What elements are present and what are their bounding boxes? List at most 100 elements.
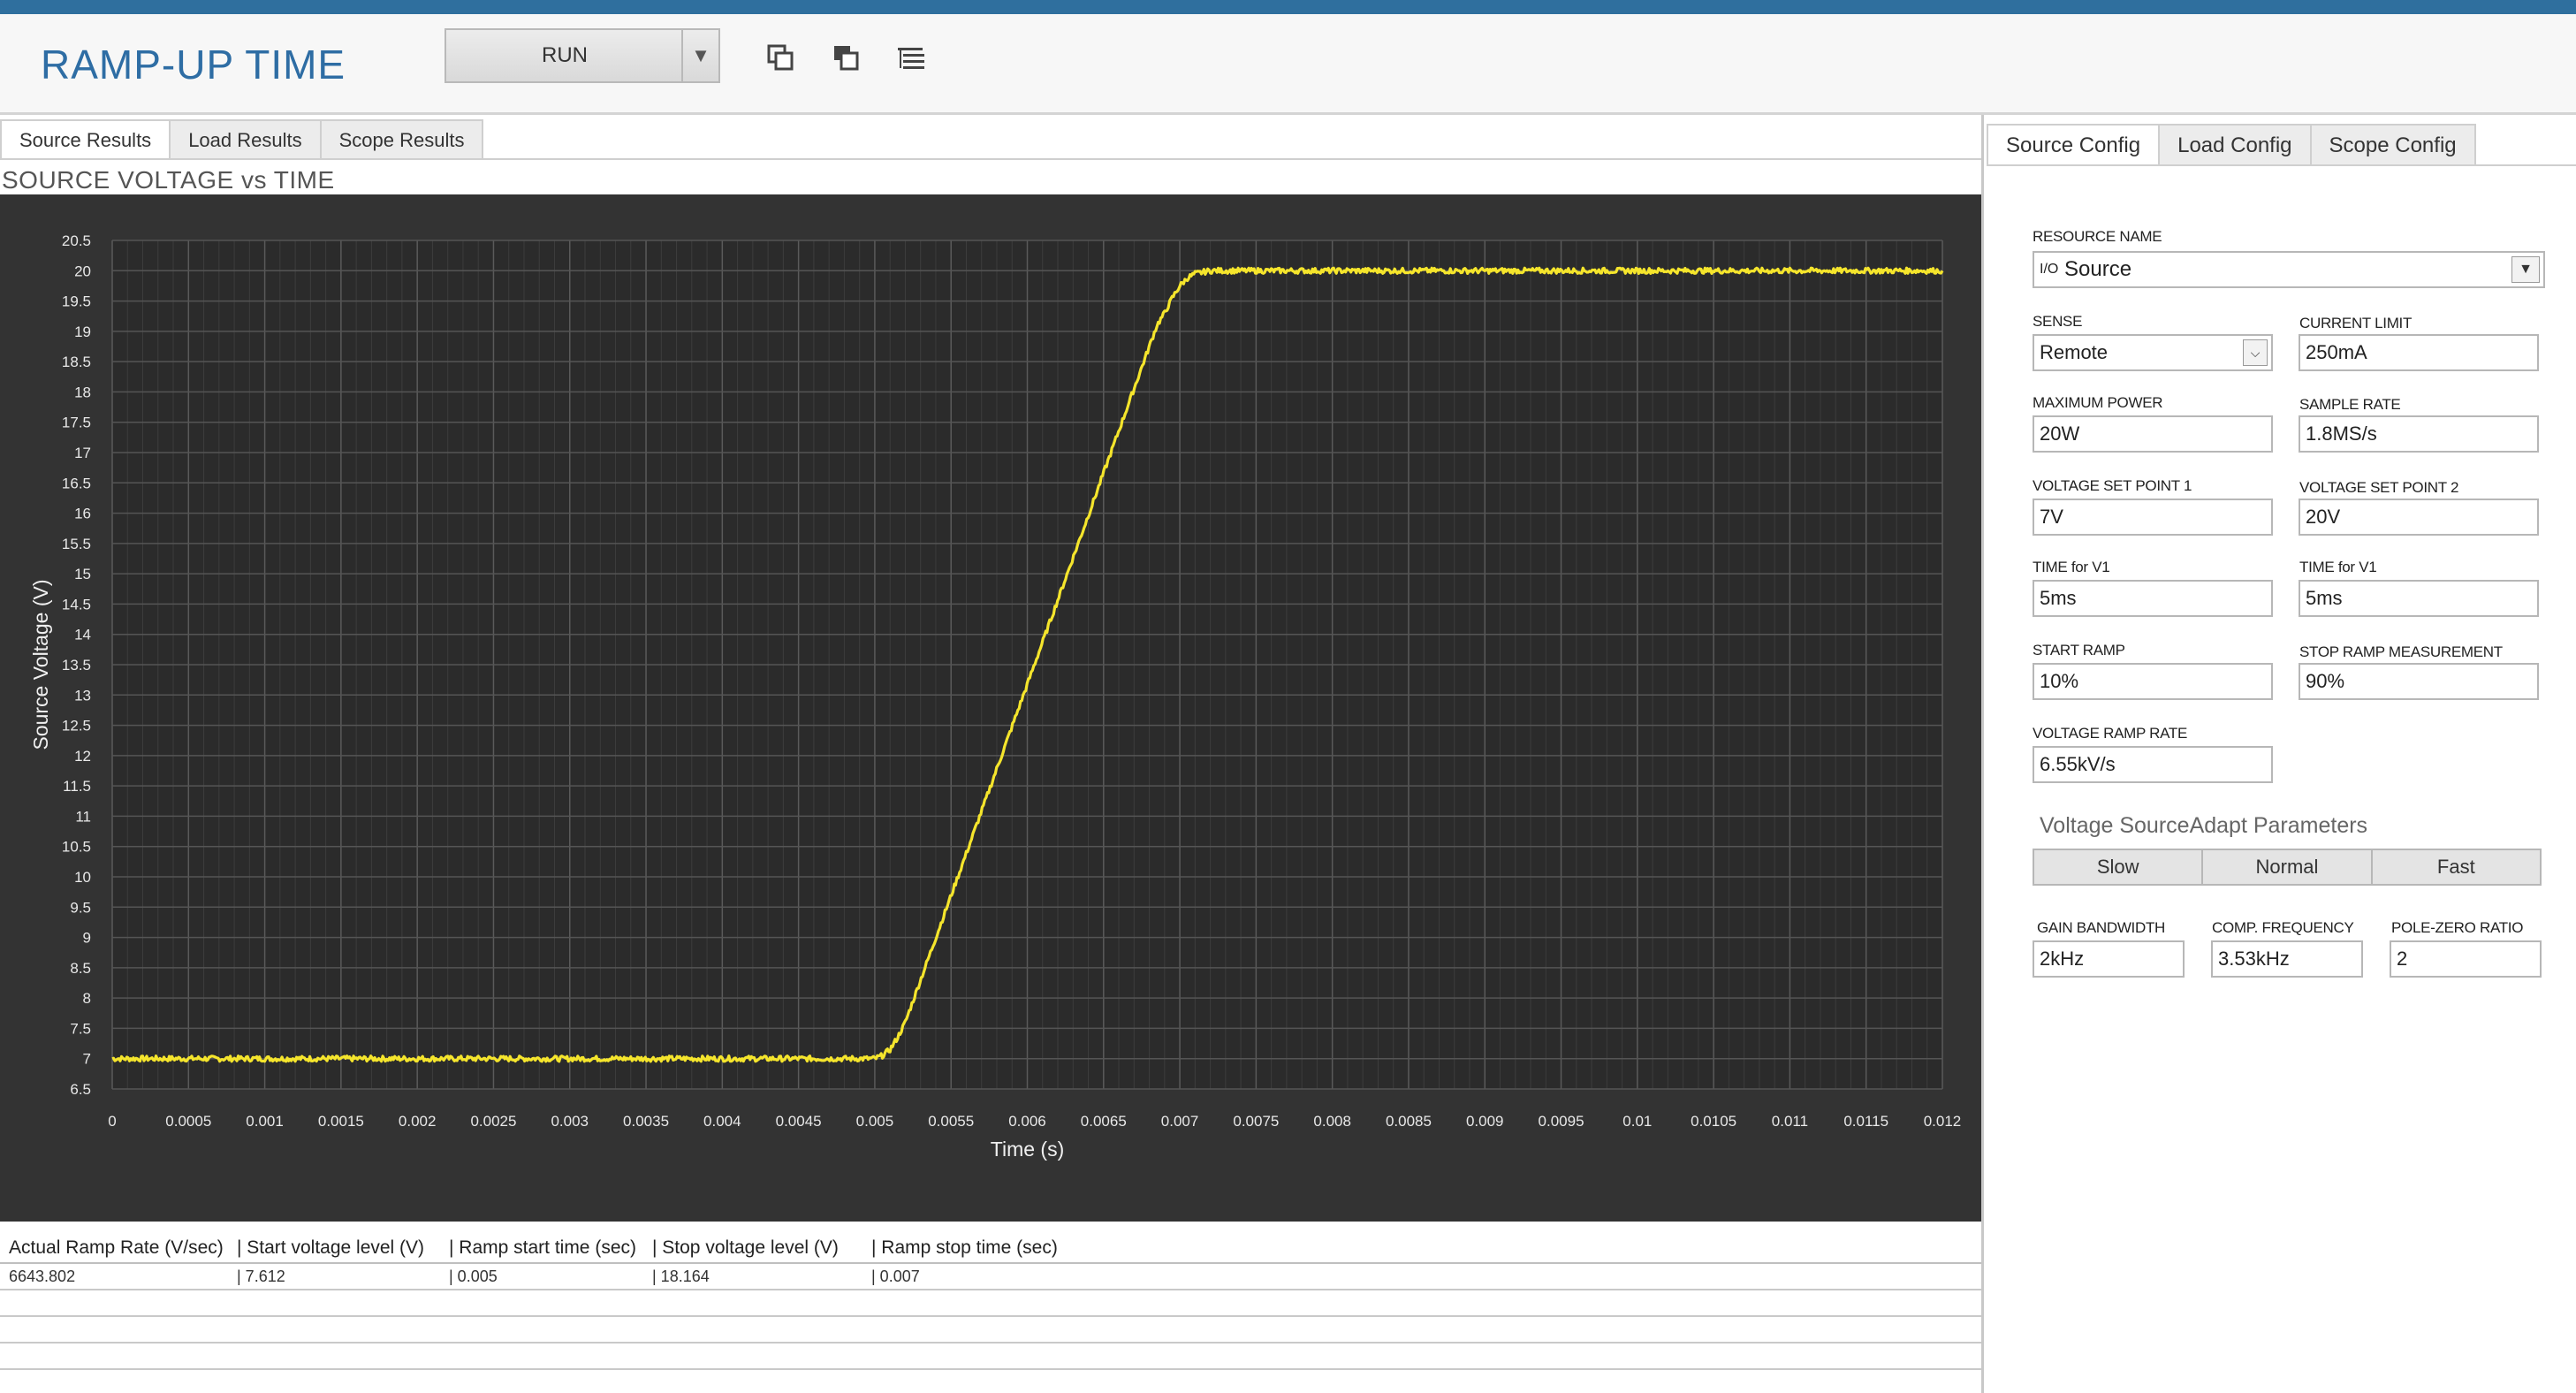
resource-name-value: Source: [2064, 257, 2132, 281]
y-tick-label: 10.5: [62, 839, 91, 856]
comp-frequency-field[interactable]: 3.53kHz: [2211, 940, 2363, 978]
y-tick-label: 19.5: [62, 293, 91, 310]
voltage-set-point-2-label: VOLTAGE SET POINT 2: [2299, 479, 2459, 496]
y-tick-label: 20: [74, 263, 91, 279]
y-tick-label: 6.5: [70, 1081, 91, 1098]
table-row[interactable]: [0, 1370, 1981, 1393]
chart-title: SOURCE VOLTAGE vs TIME: [2, 166, 335, 194]
sample-rate-field[interactable]: 1.8MS/s: [2299, 415, 2539, 453]
x-tick-label: 0.012: [1924, 1113, 1962, 1130]
voltage-set-point-1-field[interactable]: 7V: [2033, 499, 2273, 536]
y-tick-label: 11: [75, 808, 91, 825]
chevron-down-icon[interactable]: ▼: [681, 30, 718, 81]
col-header-stop-voltage: | Stop voltage level (V): [652, 1237, 839, 1258]
y-tick-label: 7: [83, 1051, 91, 1068]
y-tick-label: 8: [83, 990, 91, 1007]
maximum-power-field[interactable]: 20W: [2033, 415, 2273, 453]
voltage-ramp-rate-field[interactable]: 6.55kV/s: [2033, 746, 2273, 783]
time-v1-field[interactable]: 5ms: [2033, 580, 2273, 617]
tree-list-icon[interactable]: [894, 41, 930, 76]
x-tick-label: 0.0045: [776, 1113, 822, 1130]
table-row[interactable]: 6643.802 | 7.612 | 0.005 | 18.164 | 0.00…: [0, 1264, 1981, 1290]
col-header-ramp-rate: Actual Ramp Rate (V/sec): [9, 1237, 224, 1258]
stop-ramp-field[interactable]: 90%: [2299, 663, 2539, 700]
tab-scope-results[interactable]: Scope Results: [319, 119, 484, 160]
table-row[interactable]: [0, 1290, 1981, 1317]
sense-select[interactable]: Remote ⌵: [2033, 334, 2273, 371]
start-ramp-field[interactable]: 10%: [2033, 663, 2273, 700]
normal-button[interactable]: Normal: [2203, 850, 2373, 884]
pole-zero-ratio-label: POLE-ZERO RATIO: [2391, 919, 2524, 936]
col-header-start-voltage: | Start voltage level (V): [237, 1237, 425, 1258]
gain-bandwidth-field[interactable]: 2kHz: [2033, 940, 2185, 978]
y-tick-label: 20.5: [62, 232, 91, 249]
sourceadapt-title: Voltage SourceAdapt Parameters: [2040, 813, 2368, 838]
io-icon: I/O: [2040, 262, 2059, 277]
x-tick-label: 0: [108, 1113, 116, 1130]
chevron-down-icon[interactable]: ⌵: [2243, 339, 2268, 366]
y-tick-label: 13: [74, 687, 91, 704]
fast-button[interactable]: Fast: [2373, 850, 2540, 884]
y-tick-label: 7.5: [70, 1020, 91, 1037]
gain-bandwidth-label: GAIN BANDWIDTH: [2037, 919, 2166, 936]
run-mode-value: RUN: [542, 43, 588, 67]
tab-source-results[interactable]: Source Results: [0, 119, 171, 160]
y-tick-label: 9.5: [70, 899, 91, 916]
x-tick-label: 0.006: [1008, 1113, 1046, 1130]
current-limit-field[interactable]: 250mA: [2299, 334, 2539, 371]
time-v1-field-2[interactable]: 5ms: [2299, 580, 2539, 617]
x-tick-label: 0.0005: [165, 1113, 211, 1130]
y-tick-label: 14: [74, 627, 91, 643]
x-tick-label: 0.0035: [623, 1113, 669, 1130]
current-limit-label: CURRENT LIMIT: [2299, 315, 2413, 331]
x-tick-label: 0.004: [703, 1113, 741, 1130]
x-tick-label: 0.0095: [1539, 1113, 1584, 1130]
tab-load-config[interactable]: Load Config: [2158, 124, 2312, 166]
x-axis-label: Time (s): [991, 1138, 1064, 1161]
results-table: Actual Ramp Rate (V/sec) | Start voltage…: [0, 1225, 1981, 1393]
resource-name-select[interactable]: I/O Source ▼: [2033, 251, 2545, 288]
tab-load-results[interactable]: Load Results: [169, 119, 322, 160]
tab-scope-config[interactable]: Scope Config: [2309, 124, 2476, 166]
sourceadapt-preset-group: Slow Normal Fast: [2033, 849, 2542, 886]
y-tick-label: 15: [74, 566, 91, 582]
x-tick-label: 0.0105: [1691, 1113, 1736, 1130]
x-tick-label: 0.0055: [928, 1113, 974, 1130]
y-tick-label: 16: [74, 506, 91, 522]
table-row[interactable]: [0, 1317, 1981, 1344]
start-ramp-label: START RAMP: [2033, 642, 2125, 658]
x-tick-label: 0.008: [1313, 1113, 1351, 1130]
pole-zero-ratio-field[interactable]: 2: [2390, 940, 2542, 978]
x-tick-label: 0.003: [551, 1113, 589, 1130]
cascade-window-icon[interactable]: [829, 41, 864, 76]
y-tick-label: 16.5: [62, 475, 91, 491]
x-tick-label: 0.0025: [470, 1113, 516, 1130]
cell-ramp-rate: 6643.802: [9, 1267, 76, 1285]
y-tick-label: 19: [74, 324, 91, 340]
cell-ramp-stop-time: | 0.007: [871, 1267, 920, 1285]
voltage-chart-svg: 0 0.0005 0.001 0.0015 0.002 0.0025 0.003 0.0035…: [29, 232, 1962, 1161]
y-tick-label: 17.5: [62, 415, 91, 431]
restore-window-icon[interactable]: [764, 41, 799, 76]
cell-start-voltage: | 7.612: [237, 1267, 285, 1285]
slow-button[interactable]: Slow: [2034, 850, 2204, 884]
x-tick-label: 0.011: [1772, 1113, 1808, 1130]
voltage-chart[interactable]: 0 0.0005 0.001 0.0015 0.002 0.0025 0.003 0.0035…: [0, 194, 1981, 1222]
run-mode-select[interactable]: RUN ▼: [445, 28, 720, 83]
resource-name-label: RESOURCE NAME: [2033, 228, 2162, 245]
tab-source-config[interactable]: Source Config: [1987, 124, 2161, 166]
voltage-set-point-2-field[interactable]: 20V: [2299, 499, 2539, 536]
sample-rate-label: SAMPLE RATE: [2299, 396, 2401, 413]
y-tick-label: 8.5: [70, 960, 91, 977]
chevron-down-icon[interactable]: ▼: [2511, 256, 2540, 283]
x-tick-label: 0.007: [1161, 1113, 1199, 1130]
y-tick-label: 18.5: [62, 354, 91, 370]
maximum-power-label: MAXIMUM POWER: [2033, 394, 2163, 411]
stop-ramp-label: STOP RAMP MEASUREMENT: [2299, 643, 2503, 660]
config-panel: Source Config Load Config Scope Config R…: [1987, 115, 2576, 1393]
header: RAMP-UP TIME RUN ▼: [0, 14, 2576, 115]
y-tick-label: 12.5: [62, 718, 91, 735]
x-tick-label: 0.0085: [1386, 1113, 1432, 1130]
voltage-set-point-1-label: VOLTAGE SET POINT 1: [2033, 477, 2192, 494]
table-row[interactable]: [0, 1344, 1981, 1370]
